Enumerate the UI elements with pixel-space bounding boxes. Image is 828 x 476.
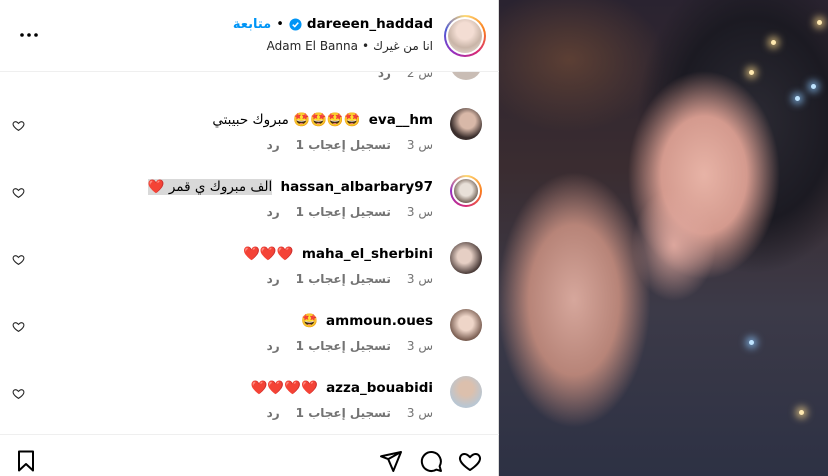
comment-author[interactable]: ammoun.oues <box>326 313 433 329</box>
comment-body: ammoun.oues 🤩 <box>301 313 433 329</box>
comment-text: ❤️❤️❤️ <box>243 246 294 262</box>
comment-item: 2 س رد <box>0 72 499 86</box>
reply-button[interactable]: رد <box>378 72 391 80</box>
post-image[interactable] <box>499 0 828 476</box>
audio-info[interactable]: Adam El Banna • انا من غيرك <box>267 39 433 53</box>
comment-time: 3 س <box>406 272 433 286</box>
comment-time: 3 س <box>406 205 433 219</box>
post-action-bar <box>0 434 499 476</box>
comment-meta: 3 س 1 تسجيل إعجاب رد <box>267 339 433 353</box>
post-author-avatar[interactable] <box>444 15 486 57</box>
reply-button[interactable]: رد <box>267 272 280 286</box>
comment-likes[interactable]: 1 تسجيل إعجاب <box>296 205 391 219</box>
separator-dot: • <box>276 16 284 32</box>
comment-author[interactable]: eva__hm <box>369 112 433 128</box>
comment-meta: 2 س رد <box>378 72 433 80</box>
comment-avatar[interactable] <box>450 376 482 408</box>
comment-time: 3 س <box>406 138 433 152</box>
comment-item: hassan_albarbary97 الف مبروك ي قمر ❤️ 3 … <box>0 175 499 242</box>
comment-author[interactable]: maha_el_sherbini <box>302 246 433 262</box>
comment-like-heart-icon[interactable] <box>12 387 25 400</box>
comment-likes[interactable]: 1 تسجيل إعجاب <box>296 339 391 353</box>
audio-separator: • <box>361 39 370 53</box>
comment-avatar[interactable] <box>450 175 482 207</box>
comment-avatar[interactable] <box>450 242 482 274</box>
comment-like-heart-icon[interactable] <box>12 320 25 333</box>
comment-body: eva__hm 🤩🤩🤩🤩 مبروك حبيبتي <box>212 112 433 128</box>
reply-button[interactable]: رد <box>267 339 280 353</box>
comment-item: eva__hm 🤩🤩🤩🤩 مبروك حبيبتي 3 س 1 تسجيل إع… <box>0 108 499 175</box>
comment-avatar[interactable] <box>450 72 482 80</box>
comment-item: ammoun.oues 🤩 3 س 1 تسجيل إعجاب رد <box>0 309 499 376</box>
comment-like-heart-icon[interactable] <box>12 119 25 132</box>
bookmark-icon[interactable] <box>14 449 38 473</box>
share-icon[interactable] <box>379 449 403 473</box>
comment-text: 🤩🤩🤩🤩 مبروك حبيبتي <box>212 112 361 128</box>
more-options-icon[interactable] <box>18 24 40 46</box>
sparkle-light <box>817 20 822 25</box>
sparkle-light <box>749 70 754 75</box>
reply-button[interactable]: رد <box>267 406 280 420</box>
post-author-username[interactable]: dareeen_haddad <box>307 16 433 32</box>
comment-time: 3 س <box>406 339 433 353</box>
comment-body: maha_el_sherbini ❤️❤️❤️ <box>243 246 433 262</box>
sparkle-light <box>795 96 800 101</box>
comment-text: الف مبروك ي قمر ❤️ <box>147 179 273 195</box>
audio-artist: Adam El Banna <box>266 39 358 53</box>
comment-likes[interactable]: 1 تسجيل إعجاب <box>296 138 391 152</box>
comment-likes[interactable]: 1 تسجيل إعجاب <box>296 406 391 420</box>
comments-list[interactable]: 2 س رد eva__hm 🤩🤩🤩🤩 مبروك حبيبتي 3 س 1 ت… <box>0 72 499 434</box>
reply-button[interactable]: رد <box>267 205 280 219</box>
comment-author[interactable]: azza_bouabidi <box>326 380 433 396</box>
comment-time: 3 س <box>406 406 433 420</box>
comment-body: azza_bouabidi ❤️❤️❤️❤️ <box>251 380 433 396</box>
comment-time: 2 س <box>406 72 433 80</box>
comment-author[interactable]: hassan_albarbary97 <box>281 179 433 195</box>
verified-badge-icon <box>289 17 302 31</box>
heart-icon[interactable] <box>458 449 482 473</box>
reply-button[interactable]: رد <box>267 138 280 152</box>
comment-meta: 3 س 1 تسجيل إعجاب رد <box>267 406 433 420</box>
audio-title: انا من غيرك <box>373 39 433 53</box>
comment-meta: 3 س 1 تسجيل إعجاب رد <box>267 272 433 286</box>
comment-like-heart-icon[interactable] <box>12 253 25 266</box>
sparkle-light <box>749 340 754 345</box>
post-side-panel: dareeen_haddad • متابعة Adam El Banna • … <box>0 0 499 476</box>
comment-like-heart-icon[interactable] <box>12 186 25 199</box>
comment-text: ❤️❤️❤️❤️ <box>250 380 318 396</box>
sparkle-light <box>771 40 776 45</box>
comment-item: azza_bouabidi ❤️❤️❤️❤️ 3 س 1 تسجيل إعجاب… <box>0 376 499 434</box>
comment-avatar[interactable] <box>450 309 482 341</box>
comment-avatar[interactable] <box>450 108 482 140</box>
comment-text: 🤩 <box>300 313 318 329</box>
sparkle-light <box>811 84 816 89</box>
comment-item: maha_el_sherbini ❤️❤️❤️ 3 س 1 تسجيل إعجا… <box>0 242 499 309</box>
comment-likes[interactable]: 1 تسجيل إعجاب <box>296 272 391 286</box>
header-title-row: dareeen_haddad • متابعة <box>233 16 433 32</box>
comment-icon[interactable] <box>419 449 443 473</box>
comment-meta: 3 س 1 تسجيل إعجاب رد <box>267 205 433 219</box>
sparkle-light <box>799 410 804 415</box>
post-header: dareeen_haddad • متابعة Adam El Banna • … <box>0 0 499 72</box>
comment-meta: 3 س 1 تسجيل إعجاب رد <box>267 138 433 152</box>
comment-body: hassan_albarbary97 الف مبروك ي قمر ❤️ <box>147 179 433 195</box>
follow-button[interactable]: متابعة <box>233 17 271 32</box>
